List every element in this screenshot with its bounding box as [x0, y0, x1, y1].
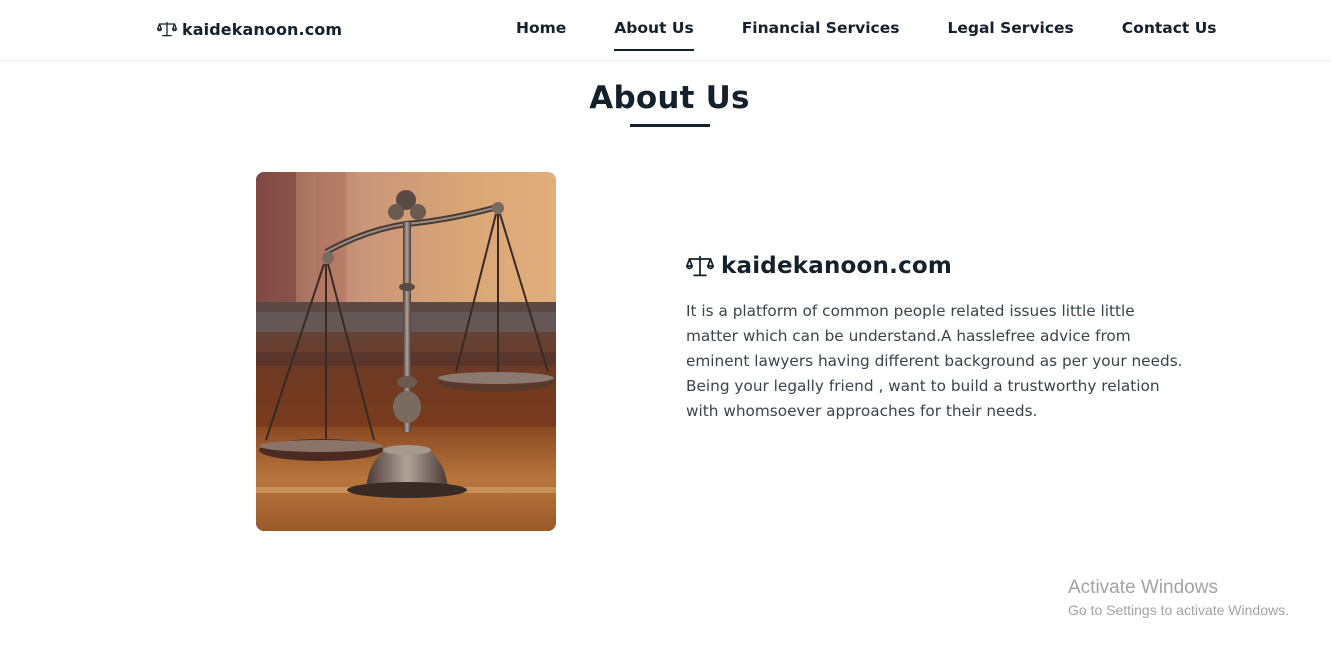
windows-activation-watermark: Activate Windows Go to Settings to activ… — [1068, 576, 1289, 620]
title-underline — [630, 124, 710, 127]
scales-of-justice-image — [256, 172, 556, 531]
scales-illustration — [256, 172, 556, 531]
nav-financial-services[interactable]: Financial Services — [742, 17, 900, 51]
brand-logo-link[interactable]: kaidekanoon.com — [157, 16, 342, 42]
main-nav: Home About Us Financial Services Legal S… — [516, 17, 1217, 51]
about-paragraph-2: Being your legally friend , want to buil… — [686, 377, 1160, 420]
scales-icon — [157, 21, 177, 37]
watermark-subtitle: Go to Settings to activate Windows. — [1068, 602, 1289, 618]
watermark-title: Activate Windows — [1068, 577, 1218, 598]
nav-about-us[interactable]: About Us — [614, 17, 695, 51]
scales-icon — [686, 255, 714, 277]
section-title: About Us — [589, 80, 750, 116]
about-paragraph-1: It is a platform of common people relate… — [686, 302, 1183, 370]
nav-contact-us[interactable]: Contact Us — [1122, 17, 1217, 51]
about-content: kaidekanoon.com It is a platform of comm… — [686, 253, 1186, 424]
nav-legal-services[interactable]: Legal Services — [947, 17, 1073, 51]
nav-home[interactable]: Home — [516, 17, 566, 51]
about-brand-text: kaidekanoon.com — [721, 253, 953, 279]
brand-text: kaidekanoon.com — [182, 19, 343, 39]
navbar: kaidekanoon.com Home About Us Financial … — [0, 0, 1331, 61]
about-brand-heading: kaidekanoon.com — [686, 253, 1186, 279]
